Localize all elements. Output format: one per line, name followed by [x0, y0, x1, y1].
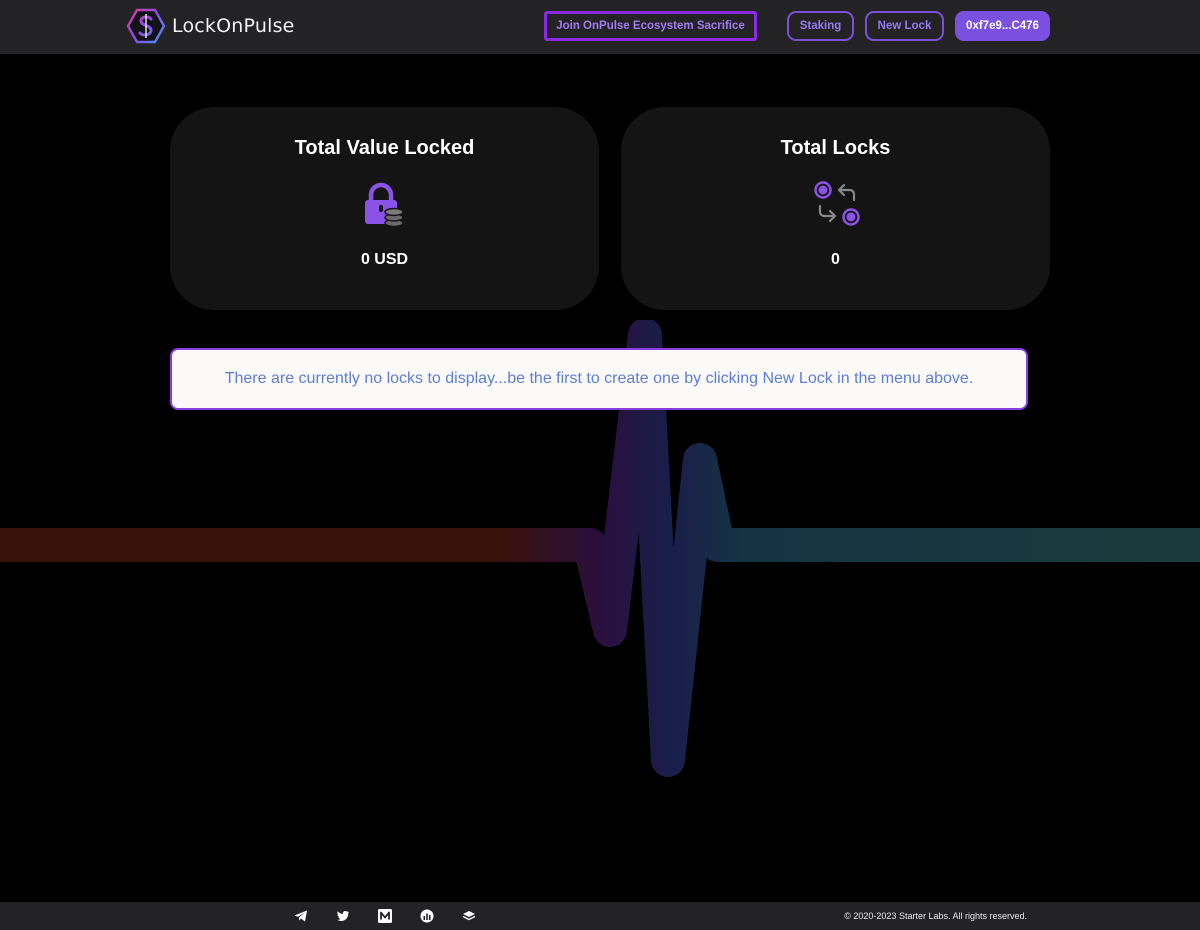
medium-icon[interactable]	[378, 909, 392, 923]
footer: © 2020-2023 Starter Labs. All rights res…	[0, 902, 1200, 930]
join-sacrifice-button[interactable]: Join OnPulse Ecosystem Sacrifice	[544, 11, 757, 41]
chart-icon[interactable]	[420, 909, 434, 923]
empty-locks-notice: There are currently no locks to display.…	[170, 348, 1028, 410]
brand-name: LockOnPulse	[172, 15, 295, 37]
empty-locks-message: There are currently no locks to display.…	[224, 370, 974, 387]
total-value-locked-card: Total Value Locked 0 USD	[170, 107, 599, 310]
total-locks-card: Total Locks 0	[621, 107, 1050, 310]
brand[interactable]: LockOnPulse	[126, 8, 295, 44]
total-value-locked-title: Total Value Locked	[294, 137, 475, 159]
lock-coins-icon	[364, 182, 404, 228]
lockonpulse-logo-icon	[126, 8, 166, 44]
staking-button[interactable]: Staking	[787, 11, 854, 41]
twitter-icon[interactable]	[336, 909, 350, 923]
new-lock-button[interactable]: New Lock	[865, 11, 944, 41]
total-value-locked-value: 0 USD	[360, 251, 409, 268]
copyright-text: © 2020-2023 Starter Labs. All rights res…	[844, 911, 1027, 921]
docs-icon[interactable]	[462, 909, 476, 923]
swap-arrows-icon	[813, 181, 860, 226]
top-navbar: LockOnPulse Join OnPulse Ecosystem Sacri…	[0, 0, 1200, 54]
wallet-address-button[interactable]: 0xf7e9...C476	[955, 11, 1050, 41]
total-locks-value: 0	[831, 251, 840, 268]
total-locks-title: Total Locks	[780, 137, 891, 159]
telegram-icon[interactable]	[294, 909, 308, 923]
